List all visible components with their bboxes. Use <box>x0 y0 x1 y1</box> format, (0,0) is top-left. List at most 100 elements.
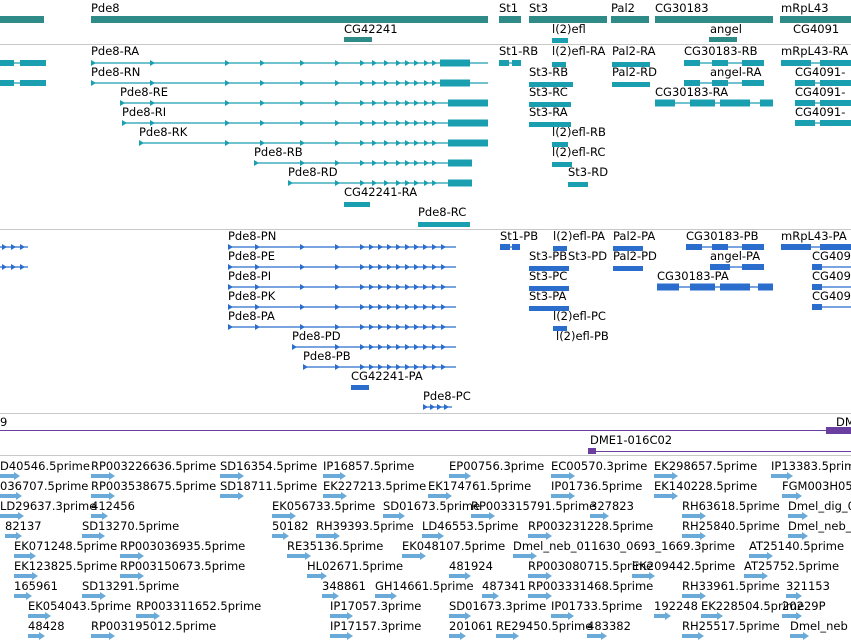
cdna-bar[interactable] <box>551 474 569 478</box>
cdna-label[interactable]: EC00570.3prime <box>551 460 647 473</box>
transcript-bar[interactable] <box>552 38 568 43</box>
transcript-label[interactable]: Pde8-PA <box>228 310 275 323</box>
cdna-label[interactable]: EK174761.5prime <box>428 480 531 493</box>
cdna-bar[interactable] <box>771 474 787 478</box>
transcript-label[interactable]: CG409 <box>812 250 851 263</box>
cdna-label[interactable]: IP01736.5prime <box>551 480 642 493</box>
transcript-label[interactable]: St1-RB <box>499 45 538 58</box>
transcript-label[interactable]: St3-RB <box>529 66 568 79</box>
cdna-bar[interactable] <box>220 494 238 498</box>
transcript-model[interactable] <box>795 118 851 128</box>
transcript-model[interactable] <box>655 98 781 108</box>
cdna-bar[interactable] <box>782 614 797 618</box>
transcript-model[interactable] <box>812 302 851 312</box>
transcript-label[interactable]: mRpL43-PA <box>781 230 847 243</box>
transcript-model[interactable] <box>500 242 528 252</box>
cdna-label[interactable]: RH33961.5prime <box>682 580 780 593</box>
cdna-bar[interactable] <box>496 634 513 638</box>
transcript-label[interactable]: l(2)efl-RA <box>552 45 605 58</box>
transcript-label[interactable]: Pde8-RI <box>122 106 166 119</box>
cdna-bar[interactable] <box>788 534 802 538</box>
cdna-label[interactable]: IP17157.3prime <box>330 620 421 633</box>
cdna-bar[interactable] <box>590 514 604 518</box>
cdna-bar[interactable] <box>0 494 17 498</box>
transcript-model[interactable] <box>228 322 464 332</box>
gene-label[interactable]: Pal2 <box>611 2 635 15</box>
cdna-label[interactable]: EK056733.5prime <box>272 500 375 513</box>
transcript-label[interactable]: Pde8-PD <box>292 330 341 343</box>
cdna-label[interactable]: AT25752.5prime <box>744 560 839 573</box>
gene-label[interactable]: Pde8 <box>91 2 120 15</box>
clone-bar[interactable] <box>588 448 596 454</box>
cdna-bar[interactable] <box>428 494 446 498</box>
cdna-bar[interactable] <box>0 474 14 478</box>
clone-line[interactable] <box>0 430 826 431</box>
cdna-bar[interactable] <box>482 594 493 598</box>
transcript-label[interactable]: Pde8-RC <box>418 206 466 219</box>
transcript-label[interactable]: Pal2-PA <box>613 230 655 243</box>
cdna-bar[interactable] <box>14 574 32 578</box>
gene-label[interactable]: St3 <box>529 2 548 15</box>
cdna-bar[interactable] <box>632 574 650 578</box>
cdna-bar[interactable] <box>323 474 341 478</box>
cdna-bar[interactable] <box>120 574 138 578</box>
cdna-bar[interactable] <box>528 574 546 578</box>
cdna-bar[interactable] <box>513 554 531 558</box>
transcript-model[interactable] <box>499 58 529 68</box>
cdna-label[interactable]: 20229P <box>782 600 826 613</box>
cdna-bar[interactable] <box>682 514 700 518</box>
gene-bar-pde8[interactable] <box>91 16 488 23</box>
cdna-label[interactable]: EK123825.5prime <box>14 560 117 573</box>
transcript-label[interactable]: Pde8-PC <box>423 390 471 403</box>
cdna-bar[interactable] <box>528 534 546 538</box>
cdna-bar[interactable] <box>14 594 26 598</box>
transcript-label[interactable]: CG42241-RA <box>344 186 417 199</box>
cdna-label[interactable]: EK298657.5prime <box>654 460 757 473</box>
transcript-bar[interactable] <box>344 202 370 207</box>
cdna-bar[interactable] <box>528 594 546 598</box>
cdna-bar[interactable] <box>375 594 392 598</box>
cdna-label[interactable]: EK048107.5prime <box>402 540 505 553</box>
cdna-bar[interactable] <box>82 594 100 598</box>
cdna-bar[interactable] <box>28 614 45 618</box>
transcript-label[interactable]: CG30183-RA <box>655 86 728 99</box>
cdna-bar[interactable] <box>682 634 698 638</box>
cdna-label[interactable]: 348861 <box>322 580 366 593</box>
cdna-bar[interactable] <box>654 474 672 478</box>
transcript-model[interactable] <box>657 282 781 292</box>
cdna-label[interactable]: RE35136.5prime <box>287 540 383 553</box>
cdna-bar[interactable] <box>449 474 466 478</box>
protein-bar[interactable] <box>613 266 643 271</box>
transcript-label[interactable]: l(2)efl <box>552 23 586 36</box>
cdna-bar[interactable] <box>449 614 465 618</box>
cdna-bar[interactable] <box>654 494 672 498</box>
cdna-label[interactable]: IP17057.3prime <box>330 600 421 613</box>
transcript-label[interactable]: St3-PB <box>529 250 567 263</box>
cdna-label[interactable]: SD01673.5prime <box>383 500 480 513</box>
cdna-label[interactable]: 165961 <box>14 580 58 593</box>
cdna-label[interactable]: RH63618.5prime <box>682 500 780 513</box>
cdna-bar[interactable] <box>136 614 154 618</box>
clone-label[interactable]: DME1-016C02 <box>590 434 672 447</box>
transcript-label[interactable]: CG30183-PA <box>657 270 729 283</box>
cdna-bar[interactable] <box>788 514 802 518</box>
transcript-model[interactable] <box>0 78 54 88</box>
transcript-label[interactable]: Pde8-RD <box>288 166 338 179</box>
cdna-bar[interactable] <box>330 614 347 618</box>
gene-bar-cg42241[interactable] <box>344 37 372 42</box>
cdna-bar[interactable] <box>587 634 602 638</box>
cdna-label[interactable]: GH14661.5prime <box>375 580 474 593</box>
transcript-label[interactable]: CG409 <box>812 290 851 303</box>
transcript-model[interactable] <box>0 262 36 272</box>
cdna-bar[interactable] <box>786 594 796 598</box>
transcript-label[interactable]: angel-RA <box>710 66 761 79</box>
cdna-bar[interactable] <box>307 574 321 578</box>
cdna-bar[interactable] <box>120 554 138 558</box>
cdna-label[interactable]: 036707.5prime <box>0 480 88 493</box>
transcript-label[interactable]: CG409 <box>812 270 851 283</box>
transcript-label[interactable]: St3-PA <box>529 290 566 303</box>
cdna-bar[interactable] <box>272 514 290 518</box>
transcript-label[interactable]: Pde8-PB <box>303 350 351 363</box>
cdna-bar[interactable] <box>654 614 665 618</box>
cdna-bar[interactable] <box>701 614 717 618</box>
